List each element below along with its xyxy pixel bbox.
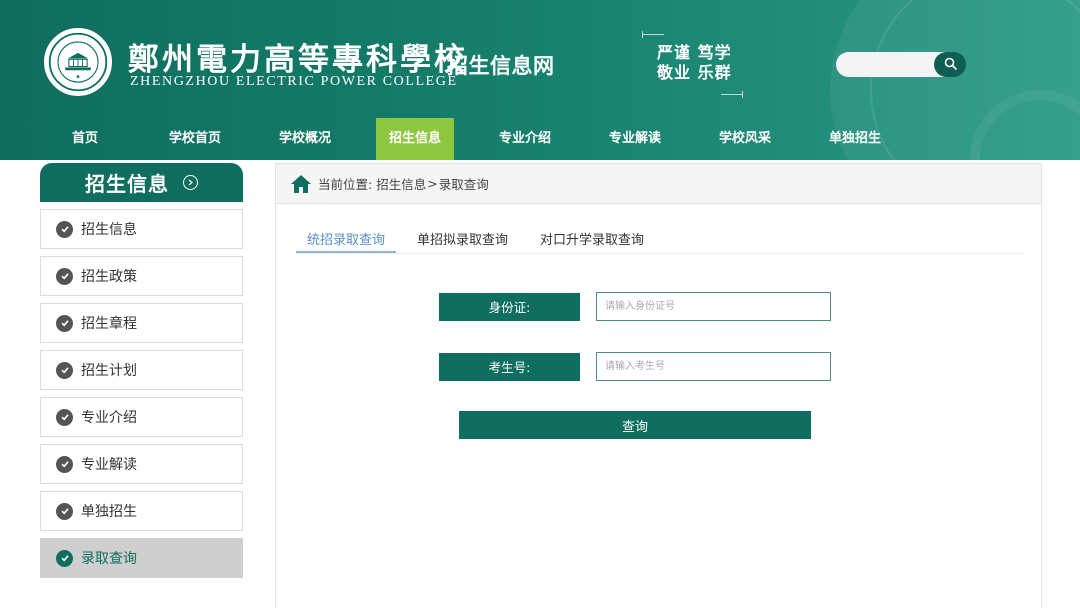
sidebar-item-label: 招生信息 [81, 222, 137, 238]
nav-item-majors[interactable]: 专业介绍 [470, 118, 580, 160]
school-motto: 严谨 笃学 敬业 乐群 [657, 43, 732, 83]
sidebar-item-label: 专业解读 [81, 457, 137, 473]
id-number-input[interactable] [596, 292, 831, 321]
nav-item-major-interpretation[interactable]: 专业解读 [580, 118, 690, 160]
school-name-cn: 鄭州電力高等專科學校 [128, 42, 468, 78]
breadcrumb-prefix: 当前位置: [318, 177, 373, 192]
nav-item-school-home[interactable]: 学校首页 [140, 118, 250, 160]
check-circle-icon [56, 267, 73, 285]
breadcrumb: 当前位置: 招生信息 > 录取查询 [276, 164, 1041, 204]
main-nav: 首页 学校首页 学校概况 招生信息 专业介绍 专业解读 学校风采 单独招生 [30, 118, 910, 160]
sidebar-title-text: 招生信息 [85, 172, 169, 196]
check-circle-icon [56, 502, 73, 520]
id-number-label: 身份证: [439, 292, 580, 321]
exam-number-input[interactable] [596, 352, 831, 381]
sidebar-item-admission-policy[interactable]: 招生政策 [40, 256, 243, 296]
sidebar-item-label: 录取查询 [81, 551, 137, 567]
exam-number-row: 考生号: [439, 352, 831, 381]
motto-line-2: 敬业 乐群 [657, 63, 732, 82]
nav-item-campus-style[interactable]: 学校风采 [690, 118, 800, 160]
school-seal-graphic [48, 32, 108, 92]
search-button[interactable] [934, 52, 966, 77]
sidebar-item-label: 招生政策 [81, 269, 137, 285]
nav-item-admissions[interactable]: 招生信息 [376, 118, 454, 160]
check-circle-icon [56, 408, 73, 426]
sidebar-item-label: 招生章程 [81, 316, 137, 332]
sidebar-item-admission-plan[interactable]: 招生计划 [40, 350, 243, 390]
check-circle-icon [56, 455, 73, 473]
exam-number-label: 考生号: [439, 352, 580, 381]
check-circle-icon [56, 361, 73, 379]
school-name-en: ZHENGZHOU ELECTRIC POWER COLLEGE [130, 74, 458, 89]
motto-line-1: 严谨 笃学 [657, 43, 732, 62]
breadcrumb-separator: > [427, 176, 438, 191]
sidebar-item-admission-info[interactable]: 招生信息 [40, 209, 243, 249]
sidebar-item-admission-query[interactable]: 录取查询 [40, 538, 243, 578]
motto-decoration [642, 31, 664, 38]
sidebar-item-independent-admission[interactable]: 单独招生 [40, 491, 243, 531]
search-input[interactable] [836, 52, 946, 77]
home-icon[interactable] [290, 174, 312, 194]
sidebar-item-label: 招生计划 [81, 363, 137, 379]
tab-unified-admission-query[interactable]: 统招录取查询 [296, 219, 397, 253]
nav-item-overview[interactable]: 学校概况 [250, 118, 360, 160]
motto-decoration [721, 91, 743, 98]
nav-item-home[interactable]: 首页 [30, 118, 140, 160]
sidebar-item-label: 专业介绍 [81, 410, 137, 426]
query-tabs: 统招录取查询 单招拟录取查询 对口升学录取查询 [296, 219, 1024, 254]
school-seal-icon[interactable] [44, 28, 112, 96]
breadcrumb-link-admissions[interactable]: 招生信息 [376, 174, 426, 193]
site-name: 招生信息网 [447, 54, 555, 78]
sidebar-item-majors[interactable]: 专业介绍 [40, 397, 243, 437]
sidebar-title: 招生信息 [40, 163, 243, 202]
sidebar-menu: 招生信息 招生政策 招生章程 招生计划 专业介绍 专业解读 单独招生 录取查询 [40, 209, 243, 585]
tab-vocational-admission-query[interactable]: 对口升学录取查询 [529, 219, 655, 253]
check-circle-icon [56, 220, 73, 238]
id-number-row: 身份证: [439, 292, 831, 321]
magnifier-icon [944, 55, 957, 74]
query-button[interactable]: 查询 [459, 411, 811, 439]
sidebar-item-major-interpretation[interactable]: 专业解读 [40, 444, 243, 484]
site-header: 鄭州電力高等專科學校 ZHENGZHOU ELECTRIC POWER COLL… [0, 0, 1080, 160]
breadcrumb-current[interactable]: 录取查询 [439, 174, 489, 193]
check-circle-icon [56, 314, 73, 332]
sidebar-item-admission-charter[interactable]: 招生章程 [40, 303, 243, 343]
check-circle-icon [56, 549, 73, 567]
header-search [836, 52, 966, 77]
content-panel: 当前位置: 招生信息 > 录取查询 统招录取查询 单招拟录取查询 对口升学录取查… [275, 163, 1042, 608]
sidebar-item-label: 单独招生 [81, 504, 137, 520]
chevron-right-circle-icon [183, 175, 198, 190]
tab-single-admission-query[interactable]: 单招拟录取查询 [406, 219, 519, 253]
nav-item-independent-admission[interactable]: 单独招生 [800, 118, 910, 160]
